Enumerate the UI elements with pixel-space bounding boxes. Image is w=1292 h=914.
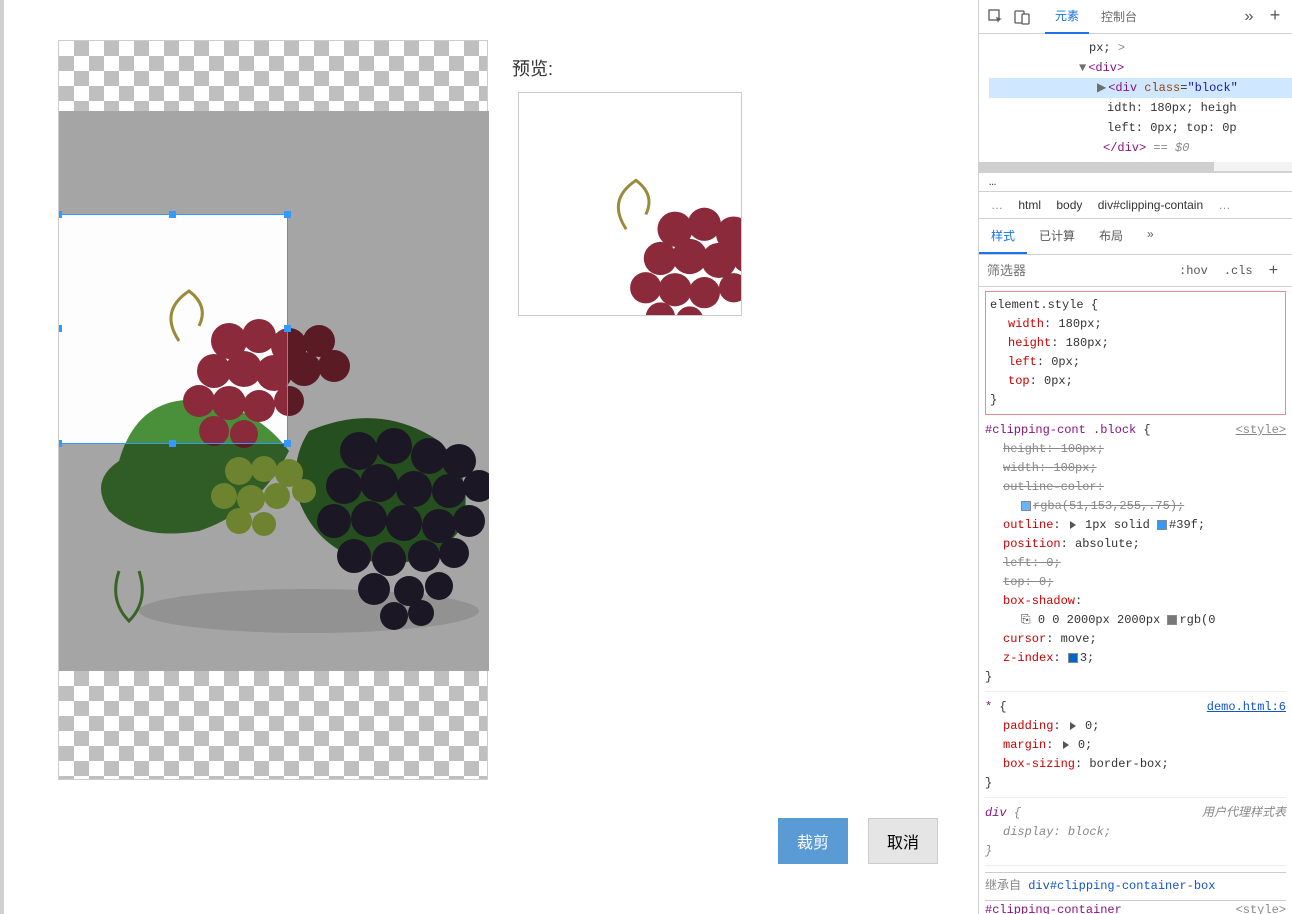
crop-selection-box[interactable] <box>59 215 287 443</box>
dom-text: px; <box>1089 41 1111 55</box>
crumb-ellipsis[interactable]: … <box>985 196 1009 214</box>
es-close: } <box>990 391 1281 410</box>
cancel-button[interactable]: 取消 <box>868 818 938 864</box>
handle-rm[interactable] <box>284 325 291 332</box>
styles-pane[interactable]: element.style { width: 180px; height: 18… <box>979 287 1292 914</box>
panel-mode-icon[interactable] <box>1286 256 1292 286</box>
r4-sel: #clipping-container <box>985 903 1122 914</box>
button-row: 裁剪 取消 <box>778 818 938 864</box>
crop-container[interactable] <box>58 40 488 780</box>
device-icon[interactable] <box>1011 6 1033 28</box>
devtools-tabs: 元素 控制台 <box>1045 0 1147 34</box>
bs-rgb: rgb(0 <box>1179 613 1215 627</box>
dom-hscroll[interactable] <box>979 162 1292 172</box>
filter-row: :hov .cls + <box>979 255 1292 287</box>
tab-styles[interactable]: 样式 <box>979 219 1027 254</box>
dom-breadcrumb: … html body div#clipping-contain … <box>979 192 1292 219</box>
rule-universal[interactable]: demo.html:6 * { padding: 0; margin: 0; b… <box>985 698 1286 798</box>
cls-toggle[interactable]: .cls <box>1216 258 1261 284</box>
outline-val: 1px solid <box>1085 518 1150 532</box>
dom-tree[interactable]: px; > ▼<div> ▶<div class="block" idth: 1… <box>979 34 1292 162</box>
oc-val: rgba(51,153,255,.75); <box>1033 499 1184 513</box>
r1-source[interactable]: <style> <box>1236 421 1286 440</box>
handle-lm[interactable] <box>59 325 62 332</box>
rule-div-ua[interactable]: 用户代理样式表 div { display: block; } <box>985 804 1286 866</box>
preview-box <box>518 92 742 316</box>
inherit-label: 继承自 div#clipping-container-box <box>985 872 1286 901</box>
inherit-text: 继承自 <box>985 879 1021 893</box>
handle-tr[interactable] <box>284 211 291 218</box>
r3-source: 用户代理样式表 <box>1202 804 1286 823</box>
tab-elements[interactable]: 元素 <box>1045 0 1089 34</box>
tab-computed[interactable]: 已计算 <box>1027 219 1087 254</box>
inspect-icon[interactable] <box>985 6 1007 28</box>
crumb-div[interactable]: div#clipping-contain <box>1092 196 1209 214</box>
dom-style-text2: left: 0px; top: 0p <box>1107 121 1237 135</box>
hov-toggle[interactable]: :hov <box>1171 258 1216 284</box>
handle-bm[interactable] <box>169 440 176 447</box>
add-tab-icon[interactable]: + <box>1264 6 1286 28</box>
handle-tl[interactable] <box>59 211 62 218</box>
crumb-html[interactable]: html <box>1012 196 1047 214</box>
style-tabs: 样式 已计算 布局 » <box>979 219 1292 255</box>
new-rule-icon[interactable]: + <box>1261 256 1287 286</box>
rule-element-style[interactable]: element.style { width: 180px; height: 18… <box>985 291 1286 415</box>
crumb-body[interactable]: body <box>1050 196 1088 214</box>
bs-val: 0 0 2000px 2000px <box>1038 613 1160 627</box>
filter-input[interactable] <box>979 255 1171 286</box>
dom-div-close: </div> <box>1103 141 1146 155</box>
outline-hex: #39f; <box>1169 518 1205 532</box>
r4-source[interactable]: <style> <box>1236 901 1286 914</box>
crop-image <box>59 111 489 671</box>
handle-tm[interactable] <box>169 211 176 218</box>
devtools-toolbar: 元素 控制台 » + <box>979 0 1292 34</box>
more-tabs-icon[interactable]: » <box>1238 6 1260 28</box>
es-selector: element.style { <box>990 296 1281 315</box>
rule-container[interactable]: <style> #clipping-container #clipping-co… <box>985 901 1286 914</box>
crop-button[interactable]: 裁剪 <box>778 818 848 864</box>
zindex-val: 3; <box>1080 651 1094 665</box>
crumb-more[interactable]: … <box>1212 196 1236 214</box>
devtools-panel: 元素 控制台 » + px; > ▼<div> ▶<div class="blo… <box>978 0 1292 914</box>
dom-ellipsis[interactable]: … <box>979 172 1292 192</box>
r2-source[interactable]: demo.html:6 <box>1207 698 1286 717</box>
scroll-thumb[interactable] <box>979 162 1214 171</box>
tab-console[interactable]: 控制台 <box>1091 0 1147 33</box>
tab-layout[interactable]: 布局 <box>1087 219 1135 254</box>
inherit-from[interactable]: div#clipping-container-box <box>1028 879 1215 893</box>
dom-style-text: idth: 180px; heigh <box>1107 101 1237 115</box>
crop-shade <box>59 111 489 671</box>
dom-eq0: == $0 <box>1146 141 1189 155</box>
handle-br[interactable] <box>284 440 291 447</box>
dom-gt: > <box>1118 41 1125 55</box>
page-content: 预览: 裁剪 取消 <box>0 0 978 914</box>
preview-svg <box>518 92 742 316</box>
dom-div-open[interactable]: <div> <box>1088 61 1124 75</box>
handle-bl[interactable] <box>59 440 62 447</box>
rule-block[interactable]: <style> #clipping-cont .block { height: … <box>985 421 1286 692</box>
dom-selected-row[interactable]: ▶<div class="block" <box>989 78 1292 98</box>
preview-label: 预览: <box>512 55 553 81</box>
tab-more-icon[interactable]: » <box>1135 219 1166 254</box>
